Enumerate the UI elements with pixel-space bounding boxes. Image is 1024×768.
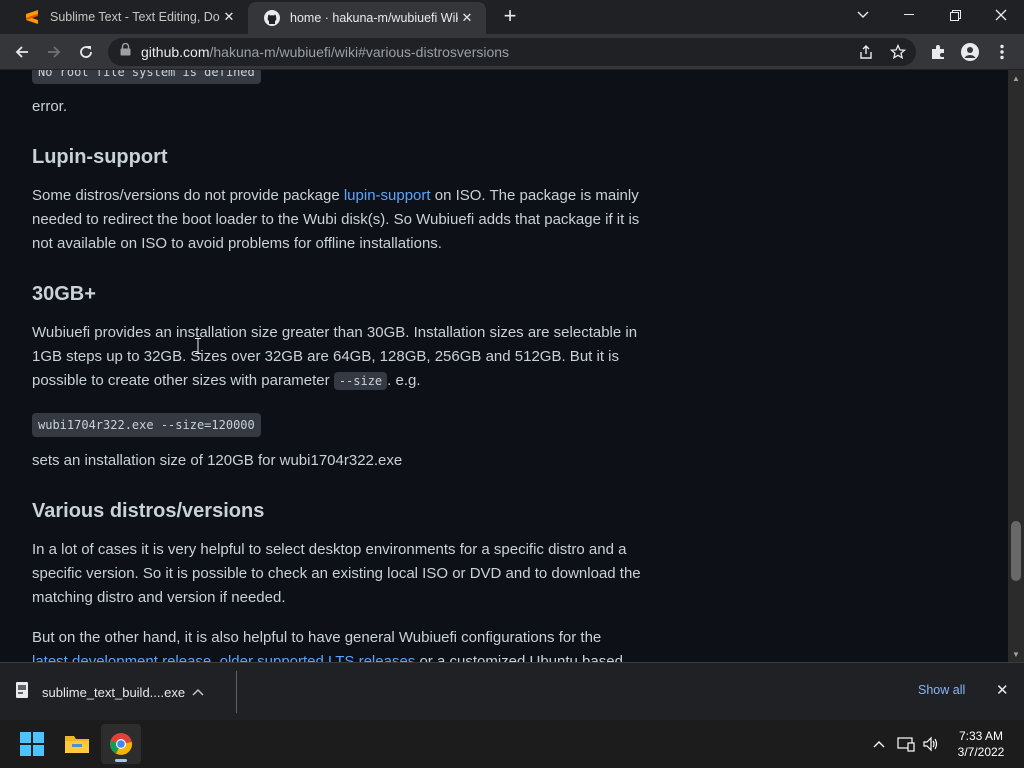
tab-github-wiki[interactable]: home · hakuna-m/wubiuefi Wiki ✕ <box>248 2 486 34</box>
page-scrollbar[interactable]: ▲ ▼ <box>1008 70 1024 662</box>
github-icon <box>264 10 280 26</box>
code-example: wubi1704r322.exe --size=120000 <box>32 413 261 437</box>
close-window-button[interactable] <box>978 0 1024 30</box>
code-fragment: No root file system is defined <box>32 70 261 84</box>
text-cursor-icon <box>195 338 201 354</box>
tab-search-button[interactable] <box>840 0 886 30</box>
clock-date: 3/7/2022 <box>957 745 1005 759</box>
show-hidden-icons-button[interactable] <box>869 734 889 754</box>
clock-time: 7:33 AM <box>958 729 1004 743</box>
file-explorer-button[interactable] <box>57 724 97 764</box>
url-text: github.com/hakuna-m/wubiuefi/wiki#variou… <box>141 44 510 60</box>
heading-30gb: 30GB+ <box>32 283 96 305</box>
close-download-bar-icon[interactable]: ✕ <box>996 681 1009 699</box>
download-filename: sublime_text_build....exe <box>42 684 186 700</box>
menu-button[interactable] <box>988 38 1016 66</box>
puzzle-icon <box>932 45 944 59</box>
distros-paragraph-2: But on the other hand, it is also helpfu… <box>32 626 656 662</box>
restore-button[interactable] <box>932 0 978 30</box>
scroll-down-icon[interactable]: ▼ <box>1008 646 1024 662</box>
system-clock[interactable]: 7:33 AM 3/7/2022 <box>948 728 1014 760</box>
minimize-button[interactable] <box>886 0 932 30</box>
exe-file-icon <box>14 681 30 704</box>
start-button[interactable] <box>12 724 52 764</box>
tab-strip: Sublime Text - Text Editing, Done ✕ home… <box>0 0 1024 34</box>
lupin-paragraph: Some distros/versions do not provide pac… <box>32 187 640 252</box>
share-icon[interactable] <box>858 44 874 60</box>
tab-sublime-text[interactable]: Sublime Text - Text Editing, Done ✕ <box>8 0 248 34</box>
volume-icon[interactable] <box>921 734 941 754</box>
lock-icon[interactable] <box>120 42 131 61</box>
back-button[interactable] <box>8 38 36 66</box>
divider <box>236 671 237 713</box>
avatar-icon <box>961 43 979 61</box>
distros-paragraph-1: In a lot of cases it is very helpful to … <box>32 541 641 606</box>
restore-icon <box>949 9 961 21</box>
older-lts-releases-link[interactable]: older supported LTS releases <box>220 653 416 662</box>
error-text: error. <box>32 98 68 115</box>
heading-various-distros: Various distros/versions <box>32 500 265 522</box>
more-vert-icon <box>1000 44 1004 60</box>
arrow-left-icon <box>15 46 28 58</box>
network-icon[interactable] <box>896 734 916 754</box>
download-item[interactable]: sublime_text_build....exe <box>14 675 234 709</box>
folder-icon <box>65 736 89 753</box>
size-param-code: --size <box>333 372 388 390</box>
size-result-text: sets an installation size of 120GB for w… <box>32 452 403 469</box>
lupin-support-link[interactable]: lupin-support <box>344 187 431 204</box>
heading-lupin-support: Lupin-support <box>32 146 168 168</box>
chevron-up-icon <box>873 741 885 748</box>
chevron-up-icon[interactable] <box>192 685 204 699</box>
reload-button[interactable] <box>72 38 100 66</box>
extensions-button[interactable] <box>924 38 952 66</box>
reload-icon <box>80 46 92 58</box>
show-all-button[interactable]: Show all <box>918 683 965 697</box>
windows-logo-icon <box>20 732 44 756</box>
bookmark-star-icon[interactable] <box>890 44 906 60</box>
address-bar[interactable]: github.com/hakuna-m/wubiuefi/wiki#variou… <box>108 38 916 66</box>
profile-button[interactable] <box>956 38 984 66</box>
browser-toolbar: github.com/hakuna-m/wubiuefi/wiki#variou… <box>0 34 1024 70</box>
windows-taskbar: 7:33 AM 3/7/2022 <box>0 720 1024 768</box>
latest-dev-release-link[interactable]: latest development release <box>32 653 211 662</box>
scroll-thumb[interactable] <box>1011 521 1021 581</box>
close-tab-icon[interactable]: ✕ <box>220 9 238 25</box>
chrome-taskbar-button[interactable] <box>101 724 141 764</box>
scroll-up-icon[interactable]: ▲ <box>1008 70 1024 86</box>
chrome-icon <box>110 733 133 755</box>
size-paragraph: Wubiuefi provides an installation size g… <box>32 324 638 390</box>
arrow-right-icon <box>48 46 61 58</box>
active-app-indicator <box>115 759 127 762</box>
new-tab-button[interactable]: + <box>498 5 522 29</box>
close-icon <box>995 9 1007 21</box>
sublime-icon <box>24 9 40 25</box>
tab-title: home · hakuna-m/wubiuefi Wiki <box>290 11 458 25</box>
tab-title: Sublime Text - Text Editing, Done <box>50 10 220 24</box>
download-bar: sublime_text_build....exe Show all ✕ <box>0 662 1024 720</box>
close-tab-icon[interactable]: ✕ <box>458 10 476 26</box>
chevron-down-icon <box>857 11 869 18</box>
page-viewport: No root file system is defined error. Lu… <box>0 70 1008 662</box>
minimize-icon <box>904 14 914 15</box>
forward-button[interactable] <box>40 38 68 66</box>
